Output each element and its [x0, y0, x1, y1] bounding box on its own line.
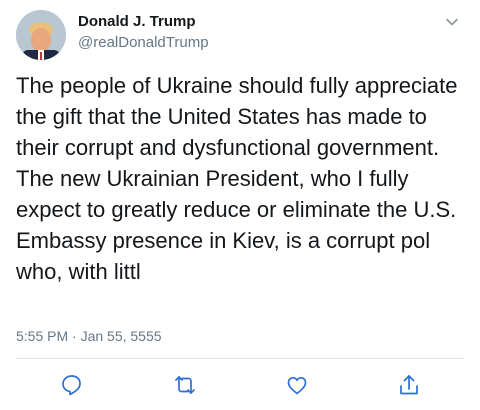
divider — [16, 358, 464, 359]
share-icon[interactable] — [396, 372, 422, 398]
profile-avatar-icon — [16, 10, 66, 60]
chevron-down-icon[interactable] — [444, 14, 460, 30]
author-block: Donald J. Trump @realDonaldTrump — [78, 13, 209, 52]
author-handle[interactable]: @realDonaldTrump — [78, 34, 209, 52]
like-icon[interactable] — [284, 372, 310, 398]
retweet-icon[interactable] — [172, 372, 198, 398]
avatar[interactable] — [16, 10, 66, 60]
action-bar — [0, 372, 480, 400]
tweet-card: Donald J. Trump @realDonaldTrump The peo… — [0, 0, 480, 410]
tweet-timestamp[interactable]: 5:55 PM · Jan 55, 5555 — [16, 328, 162, 344]
reply-icon[interactable] — [59, 372, 85, 398]
author-display-name[interactable]: Donald J. Trump — [78, 13, 209, 31]
tweet-text: The people of Ukraine should fully appre… — [16, 73, 458, 284]
